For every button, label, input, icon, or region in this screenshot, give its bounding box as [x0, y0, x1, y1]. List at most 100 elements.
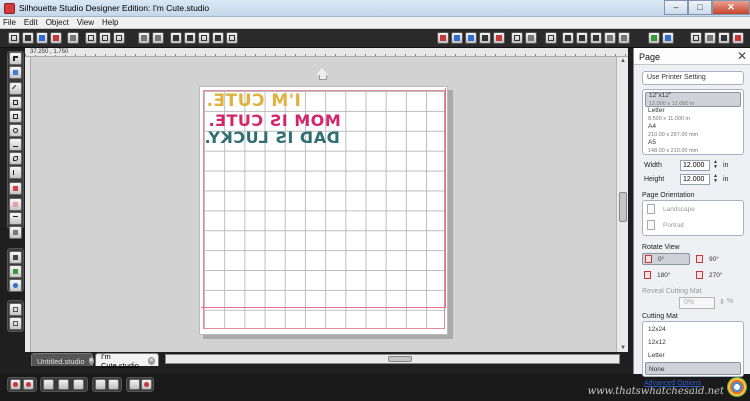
close-tab-icon[interactable]: ✕ — [88, 357, 94, 365]
design-text-line-1[interactable]: I'M CUTE. — [206, 91, 301, 111]
advanced-options-link[interactable]: Advanced Options — [644, 380, 701, 387]
group-icon[interactable] — [10, 379, 21, 390]
zoom-in-icon[interactable] — [170, 32, 182, 44]
line-tool-icon[interactable] — [9, 82, 22, 95]
send-cut-icon[interactable] — [493, 32, 505, 44]
shapes-panel-icon[interactable] — [9, 265, 22, 278]
scroll-up-arrow[interactable]: ▲ — [619, 58, 627, 64]
design-workspace[interactable]: 37.250 , 1.750 I'M CUTE. MOM IS CUTE. DA… — [25, 48, 628, 352]
horizontal-scrollbar[interactable] — [165, 354, 620, 364]
replicate-icon[interactable] — [576, 32, 588, 44]
freehand-tool-icon[interactable] — [9, 166, 22, 179]
close-panel-icon[interactable]: ✕ — [737, 49, 747, 63]
eraser-tool-icon[interactable] — [9, 198, 22, 211]
close-tab-icon[interactable]: ✕ — [148, 357, 155, 365]
select-tool-icon[interactable] — [9, 52, 22, 65]
rotate-180-option[interactable]: 180° — [642, 269, 690, 281]
close-window-button[interactable]: ✕ — [712, 0, 750, 15]
curve-tool-icon[interactable] — [9, 152, 22, 165]
bring-to-front-icon[interactable] — [58, 379, 69, 390]
ungroup-icon[interactable] — [23, 379, 34, 390]
send-to-silhouette-icon[interactable] — [50, 32, 62, 44]
eraser-icon[interactable] — [732, 32, 744, 44]
open-file-icon[interactable] — [22, 32, 34, 44]
cut-icon[interactable] — [85, 32, 97, 44]
scroll-page-up-arrow-icon[interactable] — [315, 68, 329, 80]
polygon-tool-icon[interactable] — [9, 96, 22, 109]
knife-tool-left-icon[interactable] — [9, 212, 22, 225]
copy-icon[interactable] — [99, 32, 111, 44]
online-store-icon[interactable] — [662, 32, 674, 44]
redo-icon[interactable] — [152, 32, 164, 44]
page-size-letter[interactable]: Letter 8.500 x 11.000 in — [645, 107, 741, 123]
landscape-option[interactable]: Landscape — [647, 204, 695, 214]
pan-hand-icon[interactable] — [212, 32, 224, 44]
delete-icon[interactable] — [108, 379, 119, 390]
mat-12x12[interactable]: 12x12 — [645, 336, 741, 349]
cut-settings-icon[interactable] — [479, 32, 491, 44]
zoom-fit-icon[interactable] — [198, 32, 210, 44]
vertical-scroll-thumb[interactable] — [619, 192, 627, 222]
new-file-icon[interactable] — [8, 32, 20, 44]
line-style-icon[interactable] — [511, 32, 523, 44]
use-printer-setting-button[interactable]: Use Printer Setting — [642, 71, 744, 85]
print-icon[interactable] — [67, 32, 79, 44]
zoom-selection-icon[interactable] — [9, 317, 22, 330]
vertical-scrollbar[interactable]: ▲ ▼ — [616, 57, 628, 352]
fill-pattern-icon[interactable] — [525, 32, 537, 44]
fit-page-icon[interactable] — [226, 32, 238, 44]
portrait-option[interactable]: Portrait — [647, 220, 684, 230]
reveal-mat-input[interactable]: 0% — [679, 297, 715, 309]
text-tool-icon[interactable] — [9, 182, 22, 195]
duplicate-icon[interactable] — [95, 379, 106, 390]
send-to-back-icon[interactable] — [73, 379, 84, 390]
menu-object[interactable]: Object — [46, 18, 69, 27]
trace-icon[interactable] — [618, 32, 630, 44]
text-style-icon[interactable] — [545, 32, 557, 44]
transform-icon[interactable] — [562, 32, 574, 44]
release-compound-icon[interactable] — [141, 379, 152, 390]
menu-view[interactable]: View — [77, 18, 94, 27]
mat-12x24[interactable]: 12x24 — [645, 323, 741, 336]
page-setup-icon[interactable] — [451, 32, 463, 44]
page-size-a5[interactable]: A5 148.00 x 210.00 mm — [645, 139, 741, 155]
design-page-icon[interactable] — [437, 32, 449, 44]
save-icon[interactable] — [36, 32, 48, 44]
zoom-page-icon[interactable] — [9, 303, 22, 316]
minimize-button[interactable]: – — [664, 0, 688, 15]
height-spinner-icon[interactable]: ▲ ▼ — [713, 174, 718, 184]
paste-icon[interactable] — [113, 32, 125, 44]
tab-im-cute[interactable]: I'm Cute.studio ✕ — [95, 352, 159, 370]
page-size-a4[interactable]: A4 210.00 x 297.00 mm — [645, 123, 741, 139]
scroll-down-arrow[interactable]: ▼ — [619, 345, 627, 351]
rotate-270-option[interactable]: 270° — [694, 269, 742, 281]
registration-marks-icon[interactable] — [465, 32, 477, 44]
zoom-out-icon[interactable] — [184, 32, 196, 44]
maximize-button[interactable]: □ — [688, 0, 712, 15]
rotate-0-option[interactable]: 0° — [642, 253, 690, 265]
settings-icon[interactable] — [704, 32, 716, 44]
mat-letter[interactable]: Letter — [645, 349, 741, 362]
point-edit-tool-icon[interactable] — [9, 66, 22, 79]
menu-help[interactable]: Help — [102, 18, 118, 27]
page-size-12x12[interactable]: 12"x12" 12.000 x 12.000 in — [645, 92, 741, 107]
design-page[interactable]: I'M CUTE. MOM IS CUTE. DAD IS LUCKY. — [199, 86, 448, 335]
width-spinner-icon[interactable]: ▲ ▼ — [713, 160, 718, 170]
align-icon[interactable] — [43, 379, 54, 390]
offset-icon[interactable] — [604, 32, 616, 44]
menu-edit[interactable]: Edit — [24, 18, 38, 27]
height-input[interactable]: 12.000 — [680, 174, 710, 185]
menu-file[interactable]: File — [3, 18, 16, 27]
grid-toggle-icon[interactable] — [690, 32, 702, 44]
eyedropper-tool-icon[interactable] — [9, 226, 22, 239]
globe-icon[interactable] — [9, 279, 22, 292]
width-input[interactable]: 12.000 — [680, 160, 710, 171]
horizontal-scroll-thumb[interactable] — [388, 356, 412, 362]
rectangle-tool-icon[interactable] — [9, 110, 22, 123]
draw-tool-icon[interactable] — [9, 138, 22, 151]
mat-none[interactable]: None — [645, 362, 741, 375]
undo-icon[interactable] — [138, 32, 150, 44]
rotate-90-option[interactable]: 90° — [694, 253, 742, 265]
layers-panel-icon[interactable] — [9, 251, 22, 264]
make-compound-icon[interactable] — [129, 379, 140, 390]
